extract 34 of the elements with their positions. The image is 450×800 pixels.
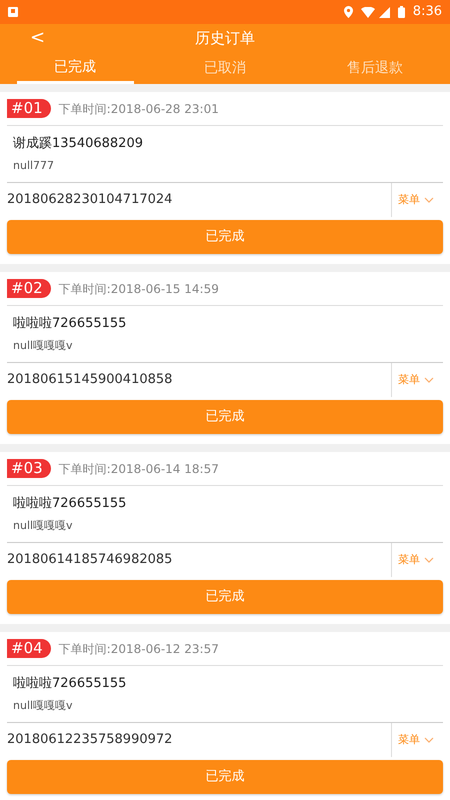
order-note: null嘎嘎嘎v [13, 338, 74, 354]
customer-name: 谢成蹊13540688209 [13, 135, 144, 153]
order-time: 下单时间:2018-06-14 18:57 [58, 460, 219, 478]
order-note: null777 [13, 158, 56, 174]
menu-dropdown[interactable]: 菜单 [391, 543, 443, 577]
menu-dropdown[interactable]: 菜单 [391, 723, 443, 757]
complete-button[interactable]: 已完成 [7, 220, 443, 254]
order-time: 下单时间:2018-06-15 14:59 [58, 280, 219, 298]
order-number-badge: #02 [7, 279, 51, 298]
order-number-badge: #03 [7, 459, 51, 478]
order-id: 20180612235758990972 [7, 731, 174, 750]
page-title: 历史订单 [195, 28, 255, 49]
customer-name: 啦啦啦726655155 [13, 315, 128, 333]
order-id: 20180614185746982085 [7, 551, 174, 570]
customer-name: 啦啦啦726655155 [13, 495, 128, 513]
menu-dropdown[interactable]: 菜单 [391, 183, 443, 217]
tab[interactable]: 售后退款 [300, 52, 450, 84]
order-note: null嘎嘎嘎v [13, 518, 74, 534]
order-note: null嘎嘎嘎v [13, 698, 74, 714]
back-button[interactable]: < [26, 24, 50, 52]
order-number-badge: #04 [7, 639, 51, 658]
complete-button[interactable]: 已完成 [7, 400, 443, 434]
order-time: 下单时间:2018-06-28 23:01 [58, 100, 219, 118]
order-id: 20180628230104717024 [7, 191, 174, 210]
menu-dropdown[interactable]: 菜单 [391, 363, 443, 397]
order-number-badge: #01 [7, 99, 51, 118]
clock: 8:36 [412, 3, 442, 22]
tab[interactable]: 已取消 [150, 52, 300, 84]
order-time: 下单时间:2018-06-12 23:57 [58, 640, 219, 658]
customer-name: 啦啦啦726655155 [13, 675, 128, 693]
complete-button[interactable]: 已完成 [7, 760, 443, 794]
tab[interactable]: 已完成 [0, 52, 150, 84]
complete-button[interactable]: 已完成 [7, 580, 443, 614]
order-id: 20180615145900410858 [7, 371, 174, 390]
